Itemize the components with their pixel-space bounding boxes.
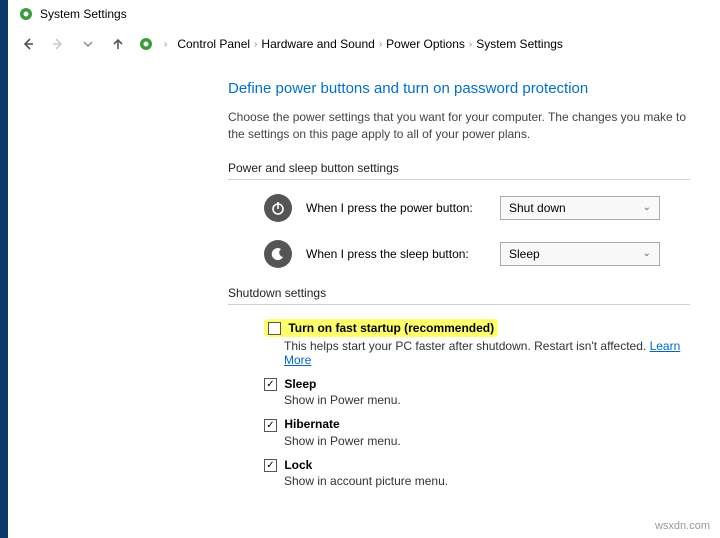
power-icon xyxy=(264,194,292,222)
system-settings-icon xyxy=(18,6,34,22)
fast-startup-checkbox[interactable] xyxy=(268,322,281,335)
lock-sub: Show in account picture menu. xyxy=(284,474,690,488)
hibernate-label: Hibernate xyxy=(284,417,339,431)
fast-startup-label: Turn on fast startup (recommended) xyxy=(288,321,494,335)
breadcrumb-system-settings[interactable]: System Settings xyxy=(476,37,563,51)
chevron-right-icon: › xyxy=(254,39,257,50)
sleep-row: ✓ Sleep xyxy=(264,377,690,391)
power-button-row: When I press the power button: Shut down… xyxy=(264,194,690,222)
shutdown-settings-list: Turn on fast startup (recommended) This … xyxy=(264,319,690,488)
lock-row: ✓ Lock xyxy=(264,458,690,472)
sleep-button-row: When I press the sleep button: Sleep ⌄ xyxy=(264,240,690,268)
sleep-button-dropdown[interactable]: Sleep ⌄ xyxy=(500,242,660,266)
chevron-down-icon: ⌄ xyxy=(643,248,651,259)
breadcrumb-control-panel[interactable]: Control Panel xyxy=(177,37,250,51)
chevron-right-icon: › xyxy=(379,39,382,50)
fast-startup-sub: This helps start your PC faster after sh… xyxy=(284,339,690,367)
shutdown-heading: Shutdown settings xyxy=(228,286,690,300)
power-options-icon xyxy=(138,36,154,52)
content: Define power buttons and turn on passwor… xyxy=(8,60,720,518)
chevron-right-icon: › xyxy=(469,39,472,50)
chevron-down-icon: ⌄ xyxy=(643,202,651,213)
titlebar: System Settings xyxy=(8,0,720,28)
divider xyxy=(228,304,690,305)
page-description: Choose the power settings that you want … xyxy=(228,109,690,143)
forward-button[interactable] xyxy=(48,34,68,54)
hibernate-checkbox[interactable]: ✓ xyxy=(264,419,277,432)
chevron-right-icon: › xyxy=(164,39,167,50)
watermark: wsxdn.com xyxy=(655,520,710,532)
page-title: Define power buttons and turn on passwor… xyxy=(228,80,690,97)
navbar: › Control Panel › Hardware and Sound › P… xyxy=(8,28,720,60)
back-button[interactable] xyxy=(18,34,38,54)
power-button-label: When I press the power button: xyxy=(306,201,486,215)
power-sleep-heading: Power and sleep button settings xyxy=(228,161,690,175)
sleep-sub: Show in Power menu. xyxy=(284,393,690,407)
sleep-button-value: Sleep xyxy=(509,247,540,261)
breadcrumb-hardware-sound[interactable]: Hardware and Sound xyxy=(261,37,374,51)
power-button-dropdown[interactable]: Shut down ⌄ xyxy=(500,196,660,220)
lock-checkbox[interactable]: ✓ xyxy=(264,459,277,472)
power-button-value: Shut down xyxy=(509,201,566,215)
sleep-checkbox[interactable]: ✓ xyxy=(264,378,277,391)
hibernate-sub: Show in Power menu. xyxy=(284,434,690,448)
up-button[interactable] xyxy=(108,34,128,54)
recent-dropdown-button[interactable] xyxy=(78,34,98,54)
breadcrumb: Control Panel › Hardware and Sound › Pow… xyxy=(177,37,563,51)
window-title: System Settings xyxy=(40,7,127,21)
sleep-button-label: When I press the sleep button: xyxy=(306,247,486,261)
lock-label: Lock xyxy=(284,458,312,472)
hibernate-row: ✓ Hibernate xyxy=(264,417,690,431)
sleep-icon xyxy=(264,240,292,268)
fast-startup-row: Turn on fast startup (recommended) xyxy=(264,319,498,337)
divider xyxy=(228,179,690,180)
sleep-label: Sleep xyxy=(284,377,316,391)
breadcrumb-power-options[interactable]: Power Options xyxy=(386,37,465,51)
